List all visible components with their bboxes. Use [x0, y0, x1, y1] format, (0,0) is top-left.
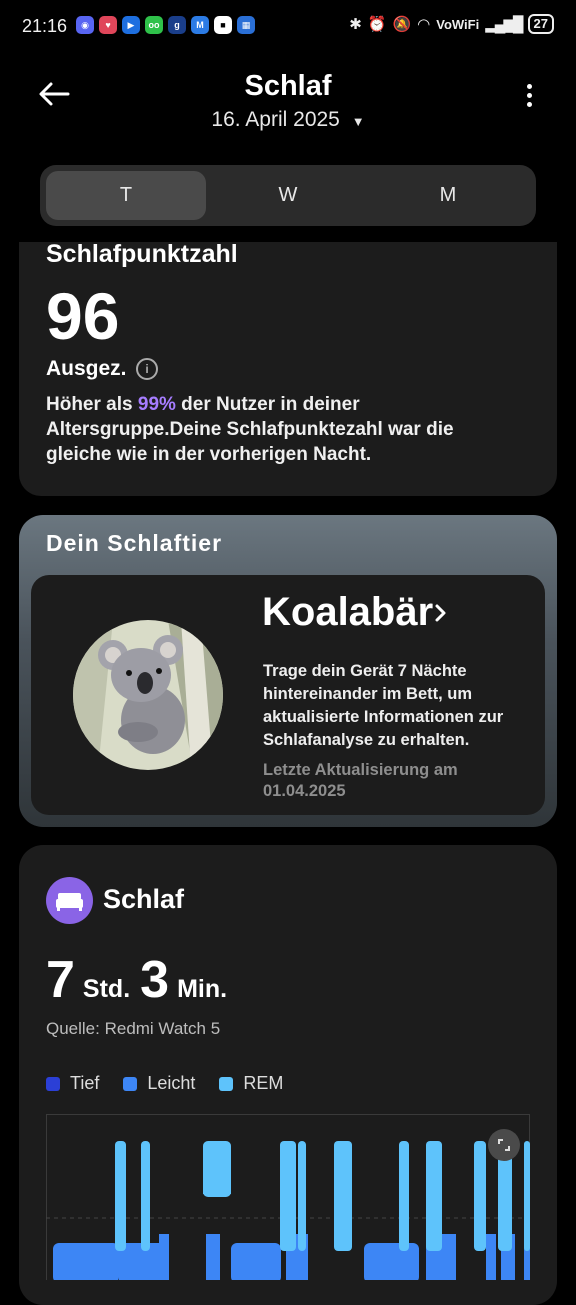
page-title: Schlaf	[244, 70, 332, 102]
date-label: 16. April 2025	[211, 108, 340, 131]
sleep-legend: Tief Leicht REM	[46, 1073, 283, 1094]
expand-icon[interactable]	[488, 1129, 520, 1161]
notification-icons: ◉ ♥ ▶ oo g M ■ ▦	[76, 16, 255, 34]
sleep-animal-updated: Letzte Aktualisierung am 01.04.2025	[263, 761, 458, 800]
info-icon[interactable]: i	[136, 358, 158, 380]
legend-light: Leicht	[123, 1073, 195, 1094]
alarm-icon: ⏰	[367, 16, 387, 33]
signal-icon: ▂▄▆█	[485, 16, 523, 33]
sleep-animal-description: Trage dein Gerät 7 Nächte hintereinander…	[263, 662, 504, 749]
legend-swatch	[46, 1076, 60, 1091]
sleep-source: Quelle: Redmi Watch 5	[46, 1019, 221, 1038]
tab-week[interactable]: W	[208, 171, 368, 220]
score-percent: 99%	[137, 394, 176, 415]
system-icons: ✱ ⏰ 🔕 ◠ VoWiFi ▂▄▆█ 27	[349, 14, 554, 34]
koala-image	[73, 620, 223, 770]
calendar-app-icon: ▦	[237, 16, 255, 34]
legend-swatch	[219, 1076, 234, 1091]
video-app-icon: ▶	[122, 16, 140, 34]
score-value: 96	[46, 279, 120, 353]
more-options-icon[interactable]	[518, 84, 540, 114]
sleep-animal-name[interactable]: Koalabär	[262, 590, 433, 635]
tab-month[interactable]: M	[368, 171, 528, 220]
discord-icon: ◉	[76, 16, 94, 34]
wifi-icon: ◠	[417, 16, 431, 33]
bed-icon	[46, 877, 93, 924]
sleep-minutes: 3	[140, 951, 170, 1009]
sleep-duration: 7 Std. 3 Min.	[46, 950, 237, 1010]
sleep-stage-chart[interactable]	[46, 1114, 530, 1305]
mail-icon: M	[191, 16, 209, 34]
bluetooth-icon: ✱	[349, 16, 362, 33]
legend-rem: REM	[219, 1073, 283, 1094]
sleep-animal-heading: Dein Schlaftier	[46, 530, 223, 556]
legend-swatch	[123, 1076, 138, 1091]
battery-icon: 27	[527, 14, 554, 34]
tab-day[interactable]: T	[46, 171, 206, 220]
chevron-right-icon[interactable]	[432, 600, 450, 626]
score-grade: Ausgez.	[46, 357, 127, 380]
app-notification-icon: ♥	[99, 16, 117, 34]
date-selector[interactable]: 16. April 2025 ▼	[0, 108, 576, 132]
score-title: Schlafpunktzahl	[46, 240, 238, 268]
sleep-minutes-unit: Min.	[177, 975, 228, 1003]
status-time: 21:16	[22, 16, 68, 36]
period-tabs: T W M	[40, 165, 536, 226]
gmx-icon: g	[168, 16, 186, 34]
messenger-icon: ■	[214, 16, 232, 34]
legend-label: Tief	[70, 1073, 100, 1093]
score-desc-prefix: Höher als	[46, 394, 138, 415]
legend-deep: Tief	[46, 1073, 99, 1094]
legend-label: REM	[243, 1073, 284, 1093]
sleep-hours-unit: Std.	[82, 975, 131, 1003]
mute-icon: 🔕	[392, 16, 412, 33]
network-label: VoWiFi	[436, 16, 480, 32]
sleep-title: Schlaf	[103, 884, 185, 914]
legend-label: Leicht	[147, 1073, 196, 1093]
sleep-hours: 7	[46, 951, 75, 1009]
score-description: Höher als 99% der Nutzer in deiner Alter…	[46, 392, 516, 467]
duolingo-icon: oo	[145, 16, 163, 34]
caret-down-icon: ▼	[351, 114, 365, 129]
